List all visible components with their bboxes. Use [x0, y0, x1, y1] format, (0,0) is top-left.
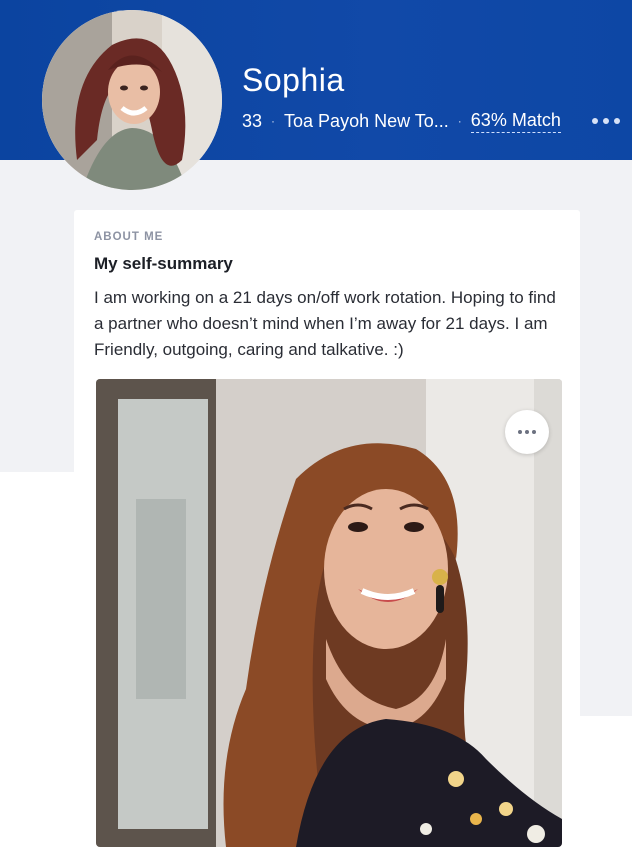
- separator-dot: ·: [271, 114, 276, 128]
- separator-dot: ·: [457, 114, 462, 128]
- profile-name: Sophia: [242, 62, 345, 98]
- ellipsis-icon[interactable]: [592, 112, 620, 130]
- profile-avatar[interactable]: [42, 10, 222, 190]
- essay-title: My self-summary: [94, 254, 233, 273]
- photo-image: [96, 379, 562, 847]
- match-percentage-link[interactable]: 63% Match: [470, 110, 561, 133]
- section-label: ABOUT ME: [94, 231, 164, 243]
- profile-age: 33: [242, 110, 263, 131]
- essay-text: I am working on a 21 days on/off work ro…: [94, 288, 556, 359]
- profile-location: Toa Payoh New To...: [284, 110, 449, 131]
- ellipsis-icon[interactable]: [505, 410, 549, 454]
- page-background-right: [576, 472, 632, 716]
- about-me-card: ABOUT ME My self-summary I am working on…: [74, 210, 580, 861]
- profile-meta: 33 · Toa Payoh New To... · 63% Match: [242, 110, 561, 133]
- avatar-image: [42, 10, 222, 190]
- profile-photo[interactable]: [96, 379, 562, 847]
